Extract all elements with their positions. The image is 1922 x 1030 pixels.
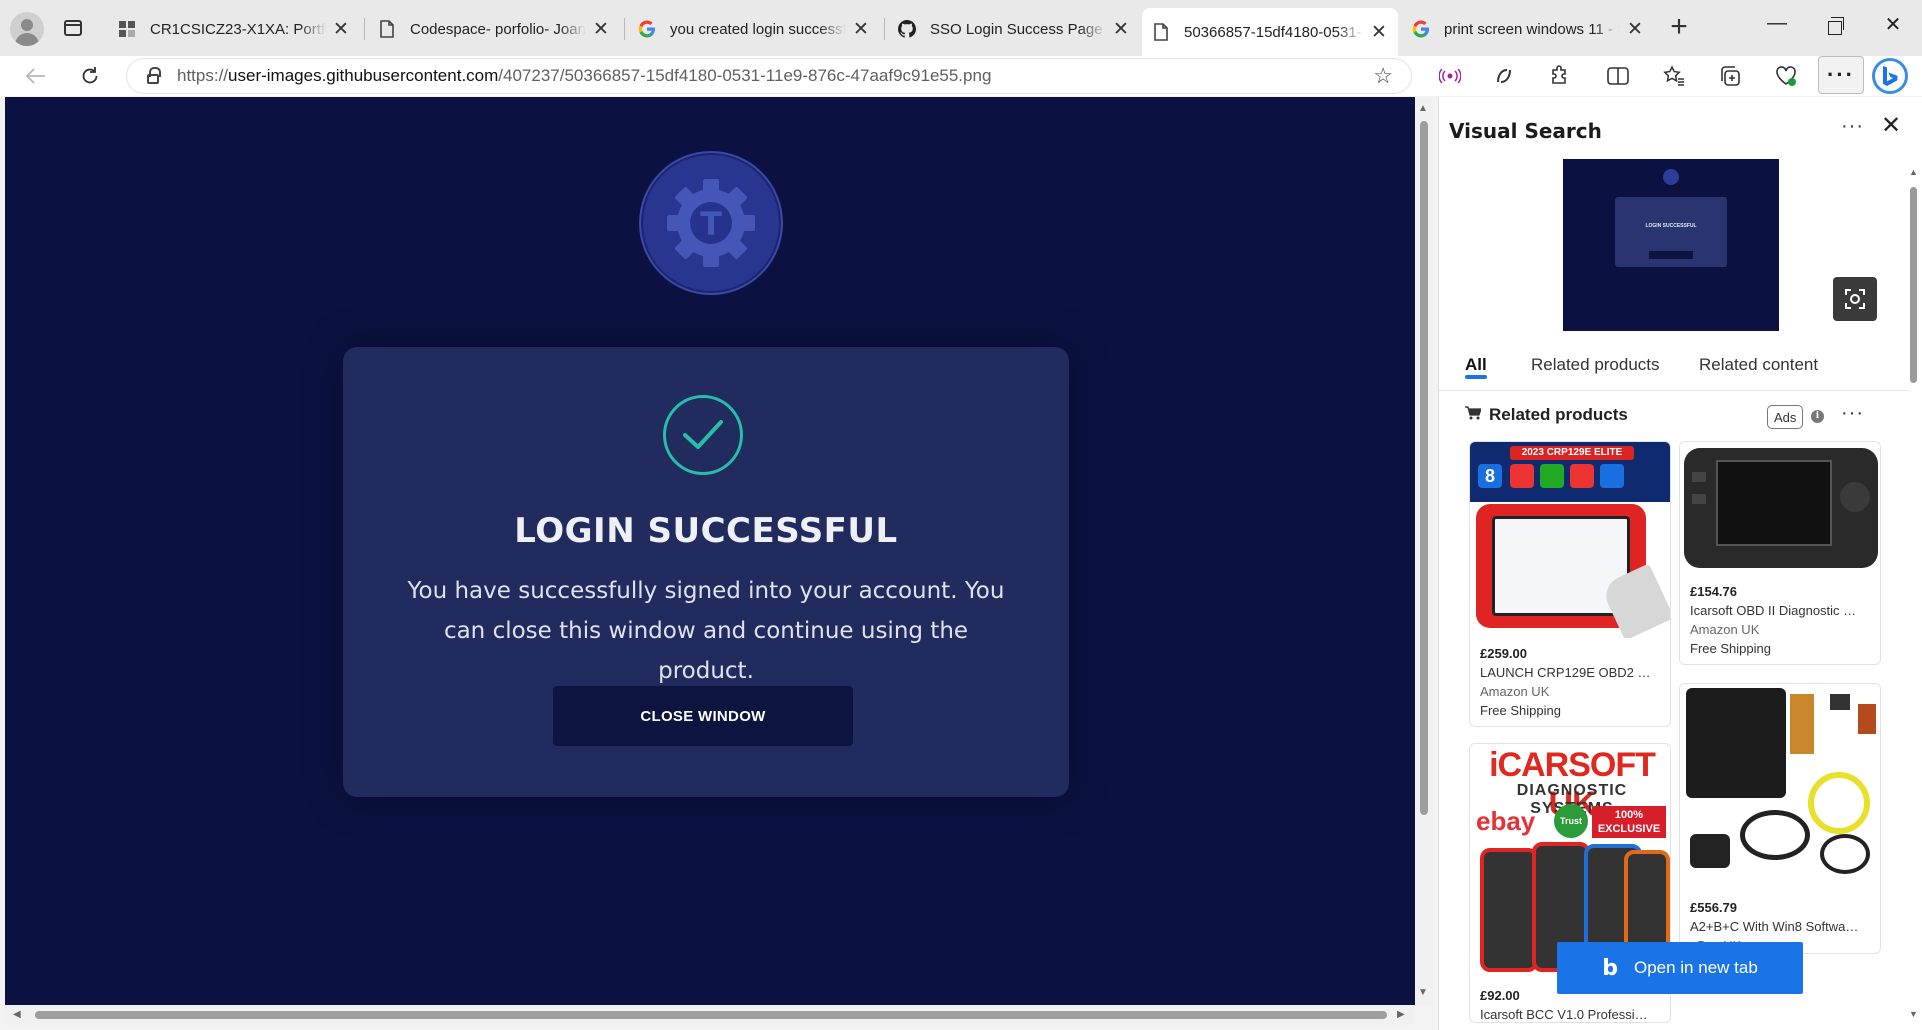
- panel-close-icon[interactable]: ✕: [1881, 111, 1901, 140]
- browser-essentials-icon[interactable]: [1772, 62, 1800, 90]
- document-icon: [1152, 23, 1170, 41]
- split-screen-icon[interactable]: [1604, 62, 1632, 90]
- tab-codespace[interactable]: Codespace- porfolio- Joanna ✕: [368, 9, 620, 49]
- copilot-icon[interactable]: [1490, 62, 1518, 90]
- product-card[interactable]: £154.76 Icarsoft OBD II Diagnostic … Ama…: [1679, 441, 1881, 665]
- ads-badge[interactable]: Ads: [1767, 405, 1804, 429]
- tab-actions-icon[interactable]: [64, 20, 82, 36]
- product-price: £556.79: [1690, 900, 1737, 915]
- new-tab-button[interactable]: +: [1664, 10, 1694, 44]
- close-tab-icon[interactable]: ✕: [592, 18, 610, 41]
- close-window-button[interactable]: CLOSE WINDOW: [553, 686, 853, 746]
- tab-title: CR1CSICZ23-X1XA: Portfolio: [150, 20, 326, 38]
- tab-title: print screen windows 11 - Search: [1444, 20, 1620, 38]
- product-seller: Amazon UK: [1480, 684, 1550, 699]
- visual-search-tabs: All Related products Related content: [1439, 341, 1909, 391]
- product-name: Icarsoft OBD II Diagnostic …: [1690, 603, 1857, 618]
- profile-avatar[interactable]: [10, 12, 44, 46]
- browser-toolbar: https://user-images.githubusercontent.co…: [0, 56, 1922, 96]
- collections-icon[interactable]: [1716, 62, 1744, 90]
- related-more-icon[interactable]: ···: [1841, 402, 1864, 425]
- visual-search-panel: Visual Search ··· ✕ LOGIN SUCCESSFUL All…: [1438, 97, 1922, 1030]
- tab-portfolio[interactable]: CR1CSICZ23-X1XA: Portfolio ✕: [108, 9, 360, 49]
- product-shipping: Free Shipping: [1480, 703, 1561, 718]
- product-card[interactable]: 2023 CRP129E ELITE 8 £259.00 LAUNCH CRP1…: [1469, 441, 1671, 727]
- product-name: A2+B+C With Win8 Softwa…: [1690, 919, 1859, 934]
- tab-related-content[interactable]: Related content: [1699, 355, 1818, 375]
- address-bar[interactable]: https://user-images.githubusercontent.co…: [126, 58, 1412, 94]
- tab-title: 50366857-15df4180-0531-11e9: [1184, 23, 1364, 41]
- document-icon: [378, 20, 396, 38]
- tab-title: you created login successfully: [670, 20, 846, 38]
- image-viewport: T LOGIN SUCCESSFUL You have successfully…: [5, 97, 1415, 1005]
- minimize-button[interactable]: —: [1762, 12, 1792, 35]
- login-heading: LOGIN SUCCESSFUL: [514, 511, 898, 551]
- open-in-new-tab-button[interactable]: b Open in new tab: [1557, 942, 1803, 994]
- favorite-star-icon[interactable]: ☆: [1373, 63, 1393, 89]
- product-price: £259.00: [1480, 646, 1527, 661]
- bing-icon[interactable]: [1872, 58, 1908, 94]
- tab-related-products[interactable]: Related products: [1531, 355, 1660, 375]
- close-tab-icon[interactable]: ✕: [1370, 21, 1388, 44]
- active-tab-indicator: [1465, 375, 1487, 379]
- page-vertical-scrollbar[interactable]: ▲ ▼: [1416, 97, 1432, 1005]
- read-aloud-icon[interactable]: [1436, 62, 1464, 90]
- restore-button[interactable]: [1828, 17, 1844, 35]
- product-image: [1680, 684, 1880, 892]
- panel-scrollbar[interactable]: ▲ ▼: [1905, 167, 1921, 1030]
- product-price: £154.76: [1690, 584, 1737, 599]
- close-tab-icon[interactable]: ✕: [1626, 18, 1644, 41]
- tab-active-image[interactable]: 50366857-15df4180-0531-11e9 ✕: [1142, 8, 1398, 56]
- product-name: LAUNCH CRP129E OBD2 …: [1480, 665, 1651, 680]
- gear-logo-icon: T: [639, 151, 783, 295]
- close-window-button[interactable]: ✕: [1878, 12, 1908, 37]
- product-image: [1680, 442, 1880, 576]
- more-icon[interactable]: ···: [1818, 56, 1864, 94]
- panel-more-icon[interactable]: ···: [1841, 115, 1864, 138]
- product-card[interactable]: £556.79 A2+B+C With Win8 Softwa… eBay UK: [1679, 683, 1881, 954]
- url-text: https://user-images.githubusercontent.co…: [177, 66, 992, 85]
- login-message: You have successfully signed into your a…: [407, 578, 1005, 684]
- tab-all[interactable]: All: [1465, 355, 1487, 375]
- google-icon: [1412, 20, 1430, 38]
- tab-github-sso[interactable]: SSO Login Success Page needed ✕: [888, 9, 1140, 49]
- info-icon[interactable]: i: [1811, 410, 1824, 423]
- page-horizontal-scrollbar[interactable]: ◀ ▶: [5, 1005, 1415, 1025]
- tab-title: Codespace- porfolio- Joanna: [410, 20, 586, 38]
- product-image: 2023 CRP129E ELITE 8: [1470, 442, 1670, 638]
- product-name: Icarsoft BCC V1.0 Professi…: [1480, 1007, 1648, 1022]
- cart-icon: [1465, 405, 1482, 425]
- related-products-header: Related products: [1465, 405, 1628, 425]
- google-icon: [638, 20, 656, 38]
- product-shipping: Free Shipping: [1690, 641, 1771, 656]
- favorites-icon[interactable]: [1660, 62, 1688, 90]
- bing-icon: b: [1602, 955, 1618, 981]
- refresh-icon[interactable]: [74, 60, 106, 92]
- search-image-thumbnail[interactable]: LOGIN SUCCESSFUL: [1563, 159, 1779, 331]
- close-tab-icon[interactable]: ✕: [1112, 18, 1130, 41]
- lock-icon[interactable]: [147, 67, 161, 84]
- app-grid-icon: [118, 20, 136, 38]
- related-products-title: Related products: [1489, 405, 1628, 424]
- open-in-new-tab-label: Open in new tab: [1633, 958, 1758, 977]
- login-success-card: LOGIN SUCCESSFUL You have successfully s…: [343, 347, 1069, 797]
- extensions-icon[interactable]: [1546, 62, 1574, 90]
- tab-google-login[interactable]: you created login successfully ✕: [628, 9, 880, 49]
- product-seller: Amazon UK: [1690, 622, 1760, 637]
- tab-strip: CR1CSICZ23-X1XA: Portfolio ✕ Codespace- …: [0, 0, 1922, 56]
- logo-letter: T: [700, 205, 722, 243]
- visual-crop-icon[interactable]: [1833, 277, 1877, 321]
- tab-title: SSO Login Success Page needed: [930, 20, 1106, 38]
- tab-print-screen-search[interactable]: print screen windows 11 - Search ✕: [1402, 9, 1654, 49]
- close-tab-icon[interactable]: ✕: [332, 18, 350, 41]
- close-tab-icon[interactable]: ✕: [852, 18, 870, 41]
- visual-search-title: Visual Search: [1449, 119, 1602, 143]
- back-icon[interactable]: [20, 60, 52, 92]
- checkmark-icon: [663, 395, 743, 475]
- github-icon: [898, 20, 916, 38]
